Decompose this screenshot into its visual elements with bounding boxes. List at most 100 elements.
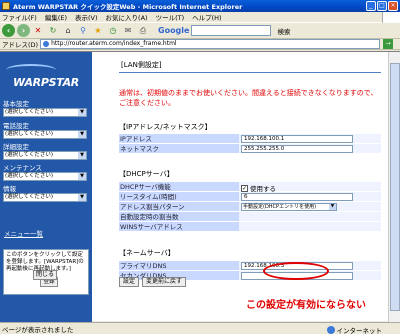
menu-tools[interactable]: ツール(T) [156, 12, 185, 22]
address-bar: アドレス(D) http://router.aterm.com/index_fr… [0, 39, 400, 50]
address-pattern-select[interactable]: 手動設定(DHCPエントリを使用) ▼ [241, 203, 337, 211]
google-search-button[interactable]: 検索 [277, 26, 290, 36]
table-row: リースタイム(時間) 6 [119, 192, 381, 202]
annotation-text: この設定が有効にならない [246, 300, 366, 311]
favorites-icon[interactable]: ★ [92, 25, 104, 37]
menu-bar: ファイル(F) 編集(E) 表示(V) お気に入り(A) ツール(T) ヘルプ(… [0, 12, 400, 23]
primary-dns-label: プライマリDNS [119, 261, 239, 271]
nav-select-maintenance[interactable]: (選択してください) ▼ [3, 172, 87, 181]
forward-icon[interactable]: › [17, 24, 30, 37]
dhcp-table: DHCPサーバ機能 ✓ 使用する リースタイム(時間) 6 アドレス割当パターン … [119, 181, 381, 232]
nav-group-info: 情報 (選択してください) ▼ [3, 185, 89, 202]
close-button[interactable]: 閉じる [33, 270, 57, 280]
chevron-down-icon: ▼ [78, 173, 86, 180]
form-buttons: 設定 変更前に戻す [119, 277, 187, 287]
home-icon[interactable]: ⌂ [62, 25, 74, 37]
vertical-scrollbar[interactable] [388, 52, 400, 322]
menu-help[interactable]: ヘルプ(H) [192, 12, 221, 22]
table-row: プライマリDNS 192.168.100.3 [119, 261, 381, 271]
table-row: ネットマスク 255.255.255.0 [119, 144, 381, 154]
nav-select-info[interactable]: (選択してください) ▼ [3, 193, 87, 202]
ip-address-input[interactable]: 192.168.100.1 [241, 135, 353, 143]
nav-select-phone[interactable]: (選択してください) ▼ [3, 130, 87, 139]
security-zone: インターネット [326, 325, 383, 334]
nav-select-value: (選択してください) [5, 173, 53, 179]
lease-time-input[interactable]: 6 [241, 193, 353, 201]
chevron-down-icon: ▼ [78, 109, 86, 116]
nav-select-value: (選択してください) [5, 109, 53, 115]
menu-file[interactable]: ファイル(F) [2, 12, 37, 22]
nav-select-value: (選択してください) [5, 152, 53, 158]
nav-select-advanced[interactable]: (選択してください) ▼ [3, 151, 87, 160]
table-row: IPアドレス 192.168.100.1 [119, 134, 381, 144]
chevron-down-icon: ▼ [78, 131, 86, 138]
nav-group-label: 電話設定 [3, 122, 29, 130]
toolbar: ‹ › ✕ ↻ ⌂ ⚲ ★ ◷ ✉ ⎙ Google 検索 [0, 23, 400, 39]
chevron-down-icon: ▼ [78, 194, 86, 201]
table-row: 自動設定時の割当数 [119, 212, 381, 222]
address-url: http://router.aterm.com/index_frame.html [51, 40, 177, 47]
ip-address-label: IPアドレス [119, 134, 239, 144]
go-button[interactable]: → [383, 39, 394, 49]
window-title: Aterm WARPSTAR クイック設定Web - Microsoft Int… [13, 3, 243, 11]
google-toolbar-label: Google [158, 26, 190, 35]
page-icon [43, 41, 50, 47]
search-icon[interactable]: ⚲ [77, 25, 89, 37]
print-icon[interactable]: ⎙ [137, 25, 149, 37]
undo-button[interactable]: 変更前に戻す [142, 277, 187, 287]
warpstar-logo: WARPSTAR [13, 76, 79, 89]
page-content: WARPSTAR 基本設定 (選択してください) ▼ 電話設定 (選択してください… [0, 51, 400, 322]
highlight-oval [263, 262, 329, 280]
maximize-button[interactable]: □ [377, 1, 387, 11]
nav-group-advanced: 詳細設定 (選択してください) ▼ [3, 143, 89, 160]
status-bar: ページが表示されました インターネット [0, 322, 400, 334]
address-pattern-label: アドレス割当パターン [119, 202, 239, 212]
scrollbar-thumb[interactable] [390, 63, 400, 311]
dhcp-function-label: DHCPサーバ機能 [119, 182, 239, 192]
globe-icon [326, 326, 335, 334]
chevron-down-icon: ▼ [329, 204, 336, 210]
stop-icon[interactable]: ✕ [32, 25, 44, 37]
nav-select-basic[interactable]: (選択してください) ▼ [3, 108, 87, 117]
ie-icon [2, 2, 10, 10]
menu-view[interactable]: 表示(V) [75, 12, 98, 22]
menu-list-link[interactable]: メニュー一覧 [4, 228, 43, 238]
wins-server-label: WINSサーバアドレス [119, 222, 239, 232]
auto-count-label: 自動設定時の割当数 [119, 212, 239, 222]
table-row: WINSサーバアドレス [119, 222, 381, 232]
nav-group-label: 情報 [3, 185, 16, 193]
title-divider [119, 72, 381, 73]
history-icon[interactable]: ◷ [107, 25, 119, 37]
main-panel: [LAN側設定] 通常は、初期値のままでお使いください。間違えると接続できなくな… [93, 52, 388, 322]
menu-favorites[interactable]: お気に入り(A) [106, 12, 148, 22]
section-title-dns: 【ネームサーバ】 [119, 249, 175, 257]
address-pattern-value: 手動設定(DHCPエントリを使用) [243, 204, 317, 210]
table-row: アドレス割当パターン 手動設定(DHCPエントリを使用) ▼ [119, 202, 381, 212]
page-title: [LAN側設定] [121, 61, 162, 69]
netmask-input[interactable]: 255.255.255.0 [241, 145, 353, 153]
address-input[interactable]: http://router.aterm.com/index_frame.html [40, 39, 381, 49]
lease-time-label: リースタイム(時間) [119, 192, 239, 202]
nav-select-value: (選択してください) [5, 131, 53, 137]
refresh-icon[interactable]: ↻ [47, 25, 59, 37]
address-label: アドレス(D) [2, 41, 39, 49]
menu-edit[interactable]: 編集(E) [45, 12, 67, 22]
netmask-label: ネットマスク [119, 144, 239, 154]
status-text: ページが表示されました [2, 325, 74, 334]
windows-logo-icon [382, 12, 400, 23]
nav-group-label: メンテナンス [3, 164, 42, 172]
window-title-bar: Aterm WARPSTAR クイック設定Web - Microsoft Int… [0, 0, 400, 12]
chevron-down-icon: ▼ [78, 152, 86, 159]
zone-label: インターネット [336, 327, 383, 334]
ip-table: IPアドレス 192.168.100.1 ネットマスク 255.255.255.… [119, 133, 381, 154]
nav-group-maintenance: メンテナンス (選択してください) ▼ [3, 164, 89, 181]
back-icon[interactable]: ‹ [2, 24, 15, 37]
google-search-input[interactable] [191, 25, 272, 36]
set-button[interactable]: 設定 [119, 277, 140, 287]
section-title-ip: 【IPアドレス/ネットマスク】 [119, 123, 212, 131]
nav-group-label: 詳細設定 [3, 143, 29, 151]
close-window-button[interactable]: × [388, 1, 398, 11]
minimize-button[interactable]: _ [366, 1, 376, 11]
mail-icon[interactable]: ✉ [122, 25, 134, 37]
checkmark-icon: ✓ [241, 184, 248, 192]
